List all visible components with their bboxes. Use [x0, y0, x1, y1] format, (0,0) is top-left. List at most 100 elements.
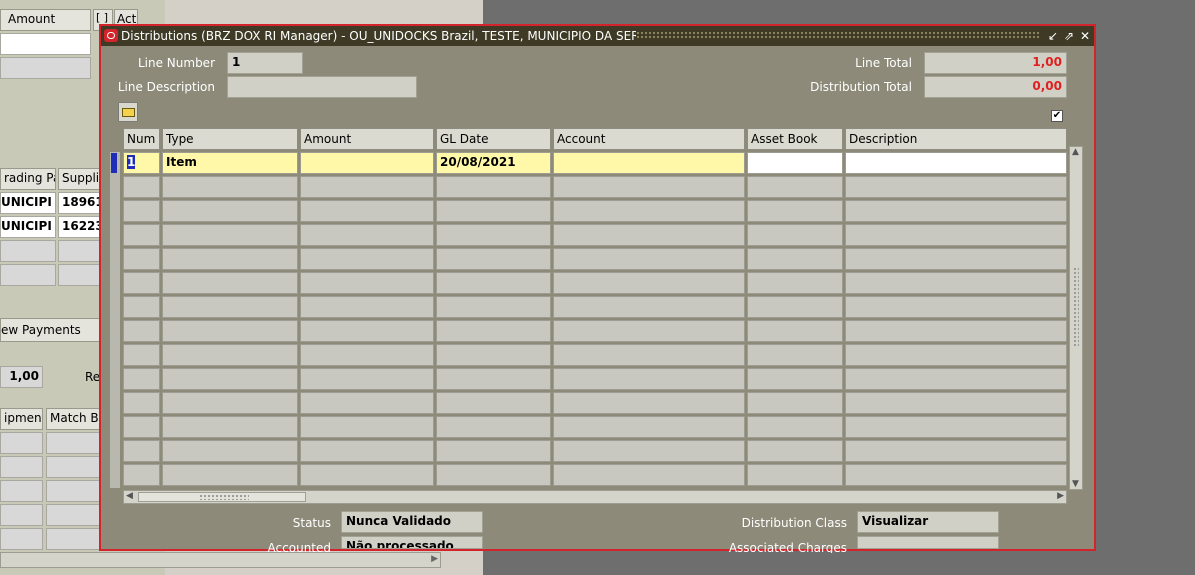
empty-grid-cell[interactable]	[300, 344, 434, 366]
empty-grid-cell[interactable]	[553, 320, 745, 342]
empty-grid-cell[interactable]	[553, 248, 745, 270]
distribution-class-field[interactable]: Visualizar	[857, 511, 999, 533]
folder-button[interactable]	[118, 102, 138, 122]
empty-grid-cell[interactable]	[436, 224, 551, 246]
empty-grid-cell[interactable]	[123, 296, 160, 318]
empty-grid-cell[interactable]	[123, 272, 160, 294]
empty-grid-cell[interactable]	[162, 248, 298, 270]
empty-grid-cell[interactable]	[123, 416, 160, 438]
empty-grid-cell[interactable]	[300, 176, 434, 198]
empty-grid-cell[interactable]	[747, 392, 843, 414]
scroll-right-icon[interactable]: ▶	[431, 554, 438, 564]
bg-partner-cell[interactable]: UNICIPI	[0, 216, 56, 238]
empty-grid-cell[interactable]	[123, 368, 160, 390]
empty-grid-cell[interactable]	[436, 272, 551, 294]
empty-grid-cell[interactable]	[845, 200, 1067, 222]
empty-grid-cell[interactable]	[747, 416, 843, 438]
empty-grid-cell[interactable]	[162, 464, 298, 486]
empty-grid-cell[interactable]	[553, 272, 745, 294]
empty-grid-cell[interactable]	[300, 200, 434, 222]
empty-grid-cell[interactable]	[300, 416, 434, 438]
empty-grid-cell[interactable]	[436, 416, 551, 438]
empty-grid-cell[interactable]	[553, 440, 745, 462]
empty-grid-cell[interactable]	[123, 392, 160, 414]
empty-grid-cell[interactable]	[553, 296, 745, 318]
row-asset-book-cell[interactable]	[747, 152, 843, 174]
scroll-down-icon[interactable]: ▼	[1072, 479, 1079, 489]
empty-grid-cell[interactable]	[747, 248, 843, 270]
empty-grid-cell[interactable]	[123, 176, 160, 198]
empty-grid-cell[interactable]	[300, 272, 434, 294]
bg-supplier-cell[interactable]: 16223	[58, 216, 100, 238]
empty-grid-cell[interactable]	[436, 200, 551, 222]
select-checkbox[interactable]: ✔	[1051, 110, 1063, 122]
empty-grid-cell[interactable]	[300, 392, 434, 414]
empty-grid-cell[interactable]	[123, 200, 160, 222]
empty-grid-cell[interactable]	[162, 320, 298, 342]
row-description-cell[interactable]	[845, 152, 1067, 174]
empty-grid-cell[interactable]	[845, 176, 1067, 198]
empty-grid-cell[interactable]	[747, 344, 843, 366]
empty-grid-cell[interactable]	[123, 344, 160, 366]
empty-grid-cell[interactable]	[300, 464, 434, 486]
row-amount-cell[interactable]	[300, 152, 434, 174]
bg-partner-cell[interactable]: UNICIPI	[0, 192, 56, 214]
empty-grid-cell[interactable]	[845, 224, 1067, 246]
empty-grid-cell[interactable]	[747, 272, 843, 294]
empty-grid-cell[interactable]	[845, 392, 1067, 414]
empty-grid-cell[interactable]	[123, 440, 160, 462]
row-type-cell[interactable]: Item	[162, 152, 298, 174]
empty-grid-cell[interactable]	[553, 344, 745, 366]
empty-grid-cell[interactable]	[553, 368, 745, 390]
empty-grid-cell[interactable]	[162, 224, 298, 246]
empty-grid-cell[interactable]	[162, 296, 298, 318]
horizontal-scrollbar[interactable]: ◀ ▶	[123, 490, 1067, 504]
empty-grid-cell[interactable]	[123, 224, 160, 246]
scroll-up-icon[interactable]: ▲	[1072, 147, 1079, 157]
empty-grid-cell[interactable]	[123, 464, 160, 486]
bg-amount-field[interactable]	[0, 33, 91, 55]
empty-grid-cell[interactable]	[162, 368, 298, 390]
empty-grid-cell[interactable]	[553, 416, 745, 438]
empty-grid-cell[interactable]	[747, 224, 843, 246]
empty-grid-cell[interactable]	[436, 296, 551, 318]
empty-grid-cell[interactable]	[553, 200, 745, 222]
empty-grid-cell[interactable]	[747, 200, 843, 222]
empty-grid-cell[interactable]	[845, 248, 1067, 270]
empty-grid-cell[interactable]	[553, 392, 745, 414]
dialog-titlebar[interactable]: Distributions (BRZ DOX RI Manager) - OU_…	[101, 26, 1094, 46]
close-icon[interactable]: ✕	[1077, 28, 1093, 44]
empty-grid-cell[interactable]	[747, 320, 843, 342]
empty-grid-cell[interactable]	[436, 248, 551, 270]
empty-grid-cell[interactable]	[162, 392, 298, 414]
empty-grid-cell[interactable]	[436, 344, 551, 366]
empty-grid-cell[interactable]	[300, 440, 434, 462]
scroll-left-icon[interactable]: ◀	[126, 491, 133, 501]
row-account-cell[interactable]	[553, 152, 745, 174]
empty-grid-cell[interactable]	[845, 368, 1067, 390]
empty-grid-cell[interactable]	[162, 272, 298, 294]
empty-grid-cell[interactable]	[845, 320, 1067, 342]
empty-grid-cell[interactable]	[162, 176, 298, 198]
empty-grid-cell[interactable]	[747, 440, 843, 462]
empty-grid-cell[interactable]	[300, 320, 434, 342]
empty-grid-cell[interactable]	[123, 248, 160, 270]
empty-grid-cell[interactable]	[436, 440, 551, 462]
empty-grid-cell[interactable]	[747, 464, 843, 486]
empty-grid-cell[interactable]	[300, 224, 434, 246]
empty-grid-cell[interactable]	[300, 368, 434, 390]
empty-grid-cell[interactable]	[123, 320, 160, 342]
empty-grid-cell[interactable]	[300, 248, 434, 270]
empty-grid-cell[interactable]	[553, 464, 745, 486]
empty-grid-cell[interactable]	[436, 320, 551, 342]
empty-grid-cell[interactable]	[436, 464, 551, 486]
view-payments-button[interactable]: ew Payments	[0, 318, 100, 342]
row-num-cell[interactable]: 1	[123, 152, 160, 174]
empty-grid-cell[interactable]	[747, 176, 843, 198]
empty-grid-cell[interactable]	[300, 296, 434, 318]
empty-grid-cell[interactable]	[162, 440, 298, 462]
empty-grid-cell[interactable]	[845, 416, 1067, 438]
empty-grid-cell[interactable]	[845, 464, 1067, 486]
empty-grid-cell[interactable]	[436, 176, 551, 198]
minimize-icon[interactable]: ↙	[1045, 28, 1061, 44]
